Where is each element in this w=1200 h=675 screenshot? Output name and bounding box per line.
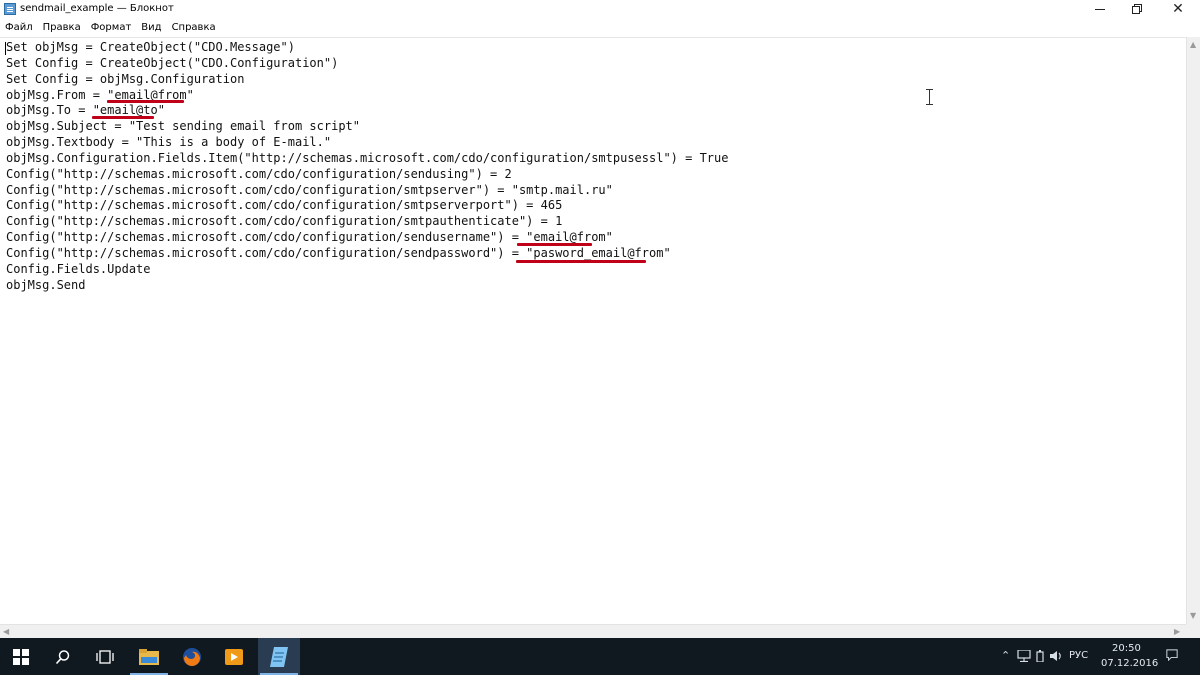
firefox-icon <box>183 647 201 666</box>
menu-bar: Файл Правка Формат Вид Справка <box>0 18 1200 36</box>
close-icon: ✕ <box>1172 1 1184 17</box>
notepad-icon <box>4 3 16 15</box>
highlight-underline <box>92 116 154 119</box>
scroll-corner <box>1186 624 1200 638</box>
text-caret <box>5 42 6 55</box>
code-line: objMsg.Subject = "Test sending email fro… <box>6 119 361 134</box>
code-line: Set objMsg = CreateObject("CDO.Message") <box>6 40 295 54</box>
scroll-left-icon[interactable]: ◀ <box>3 628 9 636</box>
notepad-taskbar-icon <box>270 646 288 667</box>
minimize-icon <box>1095 8 1105 10</box>
windows-logo-icon <box>13 648 29 665</box>
code-line: Config("http://schemas.microsoft.com/cdo… <box>6 230 613 245</box>
window-title: sendmail_example — Блокнот <box>20 3 174 14</box>
horizontal-scrollbar[interactable]: ◀ ▶ <box>0 624 1186 638</box>
title-bar: sendmail_example — Блокнот ✕ <box>0 0 1200 18</box>
search-icon <box>55 649 70 664</box>
code-line: Config("http://schemas.microsoft.com/cdo… <box>6 214 563 229</box>
taskbar-firefox[interactable] <box>171 638 213 675</box>
taskbar: ⌃ РУС 20:50 07.12.2016 <box>0 638 1200 675</box>
media-player-icon <box>225 648 243 665</box>
taskbar-file-explorer[interactable] <box>128 638 170 675</box>
scroll-right-icon[interactable]: ▶ <box>1174 628 1180 636</box>
battery-icon[interactable] <box>1035 650 1045 662</box>
code-line: Config.Fields.Update <box>6 261 151 276</box>
search-button[interactable] <box>42 638 84 675</box>
menu-view[interactable]: Вид <box>136 22 166 33</box>
notifications-icon[interactable] <box>1165 649 1179 661</box>
code-line: Set Config = CreateObject("CDO.Configura… <box>6 55 339 70</box>
scroll-down-icon[interactable]: ▼ <box>1190 612 1196 620</box>
highlight-underline <box>107 100 184 103</box>
clock[interactable]: 20:50 07.12.2016 <box>1097 641 1158 673</box>
highlight-underline <box>516 260 646 263</box>
minimize-button[interactable] <box>1082 0 1118 18</box>
code-text: Set objMsg = CreateObject("CDO.Message")… <box>6 40 728 294</box>
highlight-underline <box>517 243 592 246</box>
restore-button[interactable] <box>1119 0 1155 18</box>
volume-icon[interactable] <box>1049 650 1063 662</box>
code-line: Config("http://schemas.microsoft.com/cdo… <box>6 198 563 213</box>
scroll-up-icon[interactable]: ▲ <box>1190 41 1196 49</box>
code-line: objMsg.Textbody = "This is a body of E-m… <box>6 135 332 150</box>
menu-help[interactable]: Справка <box>167 22 221 33</box>
restore-icon <box>1132 4 1142 14</box>
file-explorer-icon <box>139 648 159 665</box>
ibeam-cursor-icon <box>925 89 935 105</box>
taskbar-media-player[interactable] <box>213 638 255 675</box>
language-indicator[interactable]: РУС <box>1069 650 1088 661</box>
network-icon[interactable] <box>1017 650 1031 662</box>
code-line: objMsg.Configuration.Fields.Item("http:/… <box>6 150 729 165</box>
start-button[interactable] <box>0 638 42 675</box>
code-line: Config("http://schemas.microsoft.com/cdo… <box>6 166 512 181</box>
clock-date: 07.12.2016 <box>1101 658 1159 669</box>
clock-time: 20:50 <box>1112 643 1141 654</box>
menu-file[interactable]: Файл <box>0 22 38 33</box>
menu-edit[interactable]: Правка <box>38 22 86 33</box>
task-view-icon <box>96 649 114 664</box>
vertical-scrollbar[interactable]: ▲ ▼ <box>1186 37 1200 624</box>
show-hidden-icons-icon[interactable]: ⌃ <box>1001 650 1010 662</box>
close-button[interactable]: ✕ <box>1160 0 1196 18</box>
code-line: Config("http://schemas.microsoft.com/cdo… <box>6 182 613 197</box>
taskbar-notepad[interactable] <box>258 638 300 675</box>
task-view-button[interactable] <box>84 638 126 675</box>
code-line: objMsg.Send <box>6 277 86 292</box>
code-line: Set Config = objMsg.Configuration <box>6 71 245 86</box>
menu-format[interactable]: Формат <box>86 22 137 33</box>
text-editor[interactable]: Set objMsg = CreateObject("CDO.Message")… <box>0 37 1186 624</box>
